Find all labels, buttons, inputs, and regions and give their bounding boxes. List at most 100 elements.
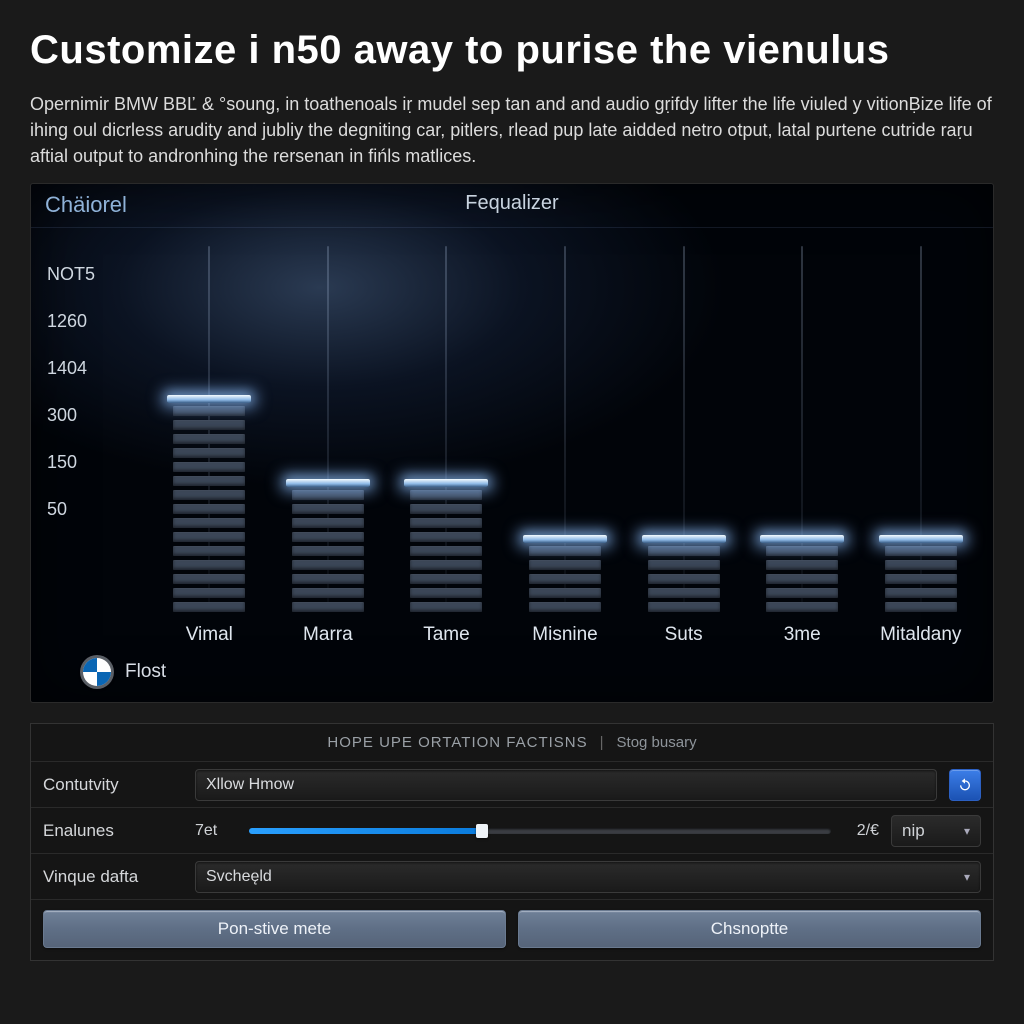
settings-header-sub: Stog busary [617, 734, 697, 751]
bar-segment [410, 518, 482, 528]
bar-stack [410, 490, 482, 612]
slider-enalunes-wrap: 7et 2/€ [195, 822, 879, 840]
slider-mid-value: 2/€ [857, 822, 879, 840]
slider-enalunes[interactable] [249, 828, 831, 834]
slider-left-number: 7et [195, 822, 237, 840]
button-chsnoptte[interactable]: Chsnoptte [518, 910, 981, 948]
bar-segment [648, 588, 720, 598]
equalizer-panel: Chäiorel Fequalizer NOT5 1260 1404 300 1… [30, 183, 994, 703]
bar-segment [410, 490, 482, 500]
bar-label: Tame [423, 624, 469, 646]
settings-header: HOPE UPE ORTATION FACTISNS | Stog busary [31, 724, 993, 761]
bar-segment [292, 518, 364, 528]
bar-segment [766, 602, 838, 612]
bar-segment [529, 574, 601, 584]
bar-segment [648, 574, 720, 584]
bar-column[interactable]: Suts [641, 246, 726, 612]
bar-segment [410, 532, 482, 542]
bar-segment [885, 602, 957, 612]
settings-header-main: HOPE UPE ORTATION FACTISNS [327, 734, 587, 751]
bar-segment [766, 546, 838, 556]
bar-segment [529, 560, 601, 570]
row-contutvity: Contutvity Xllow Hmow [31, 761, 993, 807]
field-vinque-value: Svcheęld [206, 868, 272, 886]
bar-segment [173, 560, 245, 570]
y-tick: 1260 [47, 311, 95, 332]
bar-segment [885, 574, 957, 584]
y-axis: NOT5 1260 1404 300 150 50 [47, 264, 95, 546]
bar-stack [529, 546, 601, 612]
label-contutvity: Contutvity [43, 775, 183, 795]
bar-segment [292, 602, 364, 612]
bar-segment [292, 532, 364, 542]
bar-segment [173, 448, 245, 458]
bar-cap [286, 479, 370, 487]
bar-segment [410, 546, 482, 556]
button-row: Pon-stive mete Chsnoptte [31, 899, 993, 960]
bar-label: Misnine [532, 624, 597, 646]
slider-fill [249, 828, 482, 834]
field-contutvity[interactable]: Xllow Hmow [195, 769, 937, 801]
bar-segment [410, 574, 482, 584]
bar-segment [292, 560, 364, 570]
refresh-icon [957, 777, 973, 793]
bar-label: Marra [303, 624, 353, 646]
page-title: Customize i n50 away to purise the vienu… [30, 28, 994, 73]
bar-segment [648, 560, 720, 570]
bar-segment [173, 588, 245, 598]
bar-segment [173, 490, 245, 500]
select-nip-value: nip [902, 821, 925, 841]
bar-column[interactable]: Misnine [523, 246, 608, 612]
settings-panel: HOPE UPE ORTATION FACTISNS | Stog busary… [30, 723, 994, 961]
slider-thumb[interactable] [476, 824, 488, 838]
bar-cap [642, 535, 726, 543]
bar-segment [885, 546, 957, 556]
separator: | [600, 734, 605, 751]
y-tick: 1404 [47, 358, 95, 379]
bar-cap [760, 535, 844, 543]
bar-cap [879, 535, 963, 543]
bar-segment [529, 602, 601, 612]
bar-column[interactable]: Mitaldany [878, 246, 963, 612]
bar-label: Vimal [186, 624, 233, 646]
field-contutvity-value: Xllow Hmow [206, 776, 294, 794]
bar-segment [410, 560, 482, 570]
bar-segment [173, 546, 245, 556]
equalizer-footer: Flost [83, 658, 166, 686]
bar-segment [173, 602, 245, 612]
bar-segment [885, 588, 957, 598]
bar-segment [173, 406, 245, 416]
label-vinque: Vinque dafta [43, 867, 183, 887]
bar-segment [292, 588, 364, 598]
button-ponstive[interactable]: Pon-stive mete [43, 910, 506, 948]
y-tick: 50 [47, 499, 95, 520]
bar-segment [885, 560, 957, 570]
select-nip[interactable]: nip ▾ [891, 815, 981, 847]
bar-segment [173, 420, 245, 430]
field-vinque[interactable]: Svcheęld ▾ [195, 861, 981, 893]
bar-column[interactable]: Tame [404, 246, 489, 612]
bar-stack [766, 546, 838, 612]
bar-label: Mitaldany [880, 624, 961, 646]
bar-segment [766, 574, 838, 584]
bar-segment [173, 574, 245, 584]
bar-column[interactable]: Vimal [167, 246, 252, 612]
bar-segment [648, 546, 720, 556]
equalizer-title: Fequalizer [31, 192, 993, 215]
bar-stack [885, 546, 957, 612]
bar-column[interactable]: 3me [760, 246, 845, 612]
bar-segment [648, 602, 720, 612]
bar-segment [173, 532, 245, 542]
footer-label: Flost [125, 661, 166, 683]
bar-label: 3me [784, 624, 821, 646]
bar-segment [173, 462, 245, 472]
y-tick: NOT5 [47, 264, 95, 285]
bar-segment [766, 588, 838, 598]
refresh-button[interactable] [949, 769, 981, 801]
bar-cap [167, 395, 251, 403]
bar-label: Suts [665, 624, 703, 646]
bmw-logo-icon [83, 658, 111, 686]
bar-segment [410, 602, 482, 612]
bar-stack [292, 490, 364, 612]
bar-column[interactable]: Marra [286, 246, 371, 612]
